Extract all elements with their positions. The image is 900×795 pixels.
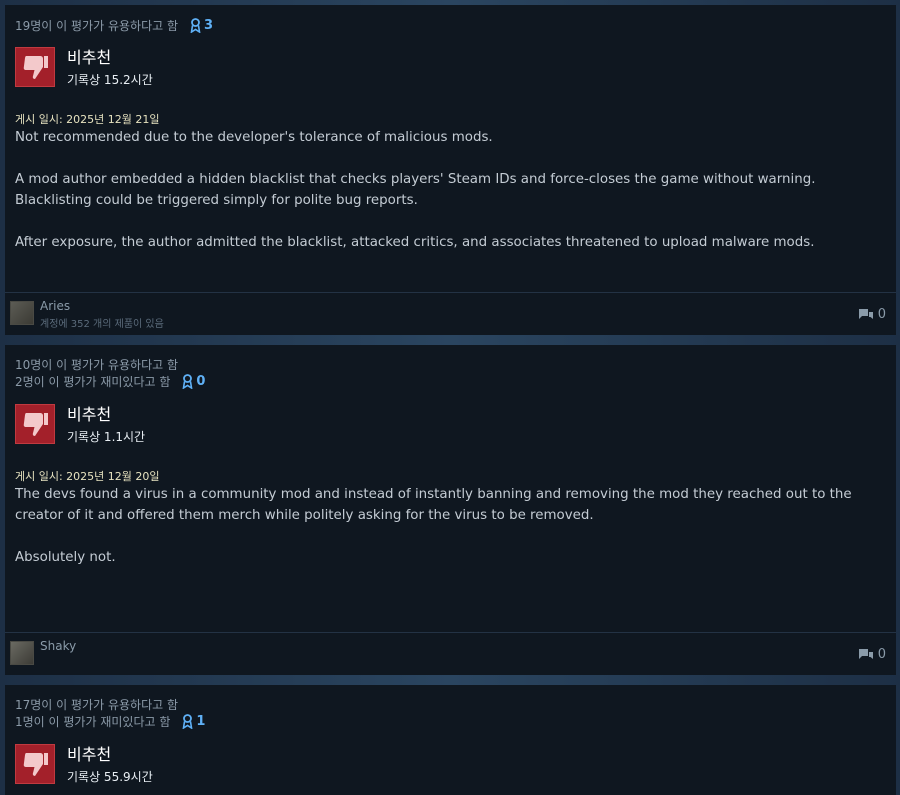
hours-on-record: 기록상 15.2시간 bbox=[67, 73, 153, 87]
author-block[interactable]: Shaky bbox=[10, 639, 76, 665]
footer-divider bbox=[5, 632, 896, 633]
author-name[interactable]: Aries bbox=[40, 299, 164, 313]
funny-line: 2명이 이 평가가 재미있다고 함 0 bbox=[15, 373, 205, 390]
award-ribbon-icon bbox=[190, 18, 201, 33]
review-body: The devs found a virus in a community mo… bbox=[15, 484, 887, 589]
avatar[interactable] bbox=[10, 301, 34, 325]
review-card: 17명이 이 평가가 유용하다고 함 1명이 이 평가가 재미있다고 함 1 비… bbox=[5, 685, 896, 795]
award-badge[interactable]: 0 bbox=[182, 374, 205, 389]
hours-on-record: 기록상 55.9시간 bbox=[67, 770, 153, 784]
review-card: 19명이 이 평가가 유용하다고 함 3 비추천 기록상 15.2시간 게시 일… bbox=[5, 5, 896, 335]
author-product-count: 계정에 352 개의 제품이 있음 bbox=[40, 319, 164, 330]
award-count: 0 bbox=[196, 374, 206, 389]
helpful-line: 17명이 이 평가가 유용하다고 함 bbox=[15, 696, 178, 713]
author-block[interactable]: Aries 계정에 352 개의 제품이 있음 bbox=[10, 299, 164, 330]
comments-button[interactable]: 0 bbox=[858, 647, 886, 662]
avatar[interactable] bbox=[10, 641, 34, 665]
award-ribbon-icon bbox=[182, 374, 193, 389]
thumb-box bbox=[15, 47, 55, 87]
review-paragraph: A mod author embedded a hidden blacklist… bbox=[15, 172, 816, 208]
verdict-title: 비추천 bbox=[67, 745, 112, 764]
award-badge[interactable]: 3 bbox=[190, 18, 213, 33]
award-badge[interactable]: 1 bbox=[182, 714, 205, 729]
comment-count: 0 bbox=[877, 647, 886, 662]
helpful-count-text: 17명이 이 평가가 유용하다고 함 bbox=[15, 698, 179, 712]
verdict-block[interactable]: 비추천 기록상 55.9시간 bbox=[15, 744, 153, 785]
funny-count-text: 2명이 이 평가가 재미있다고 함 bbox=[15, 375, 171, 389]
helpful-count-text: 10명이 이 평가가 유용하다고 함 bbox=[15, 358, 179, 372]
funny-line: 1명이 이 평가가 재미있다고 함 1 bbox=[15, 713, 205, 730]
verdict-block[interactable]: 비추천 기록상 1.1시간 bbox=[15, 404, 145, 445]
thumb-box bbox=[15, 404, 55, 444]
award-ribbon-icon bbox=[182, 714, 193, 729]
thumb-box bbox=[15, 744, 55, 784]
author-name[interactable]: Shaky bbox=[40, 639, 76, 653]
award-count: 3 bbox=[204, 18, 214, 33]
comments-button[interactable]: 0 bbox=[858, 307, 886, 322]
verdict-block[interactable]: 비추천 기록상 15.2시간 bbox=[15, 47, 153, 88]
posted-date: 게시 일시: 2025년 12월 20일 bbox=[15, 470, 160, 483]
thumbs-down-icon bbox=[23, 56, 48, 79]
comment-count: 0 bbox=[877, 307, 886, 322]
review-paragraph: The devs found a virus in a community mo… bbox=[15, 487, 852, 523]
thumbs-down-icon bbox=[23, 753, 48, 776]
review-paragraph: Not recommended due to the developer's t… bbox=[15, 130, 493, 145]
footer-divider bbox=[5, 292, 896, 293]
review-paragraph: After exposure, the author admitted the … bbox=[15, 235, 815, 250]
review-card: 10명이 이 평가가 유용하다고 함 2명이 이 평가가 재미있다고 함 0 비… bbox=[5, 345, 896, 675]
hours-on-record: 기록상 1.1시간 bbox=[67, 430, 146, 444]
helpful-count-text: 19명이 이 평가가 유용하다고 함 bbox=[15, 19, 179, 33]
helpful-line: 10명이 이 평가가 유용하다고 함 bbox=[15, 356, 178, 373]
posted-date: 게시 일시: 2025년 12월 21일 bbox=[15, 113, 160, 126]
review-paragraph: Absolutely not. bbox=[15, 550, 116, 565]
verdict-title: 비추천 bbox=[67, 405, 112, 424]
funny-count-text: 1명이 이 평가가 재미있다고 함 bbox=[15, 715, 171, 729]
comment-bubble-icon bbox=[858, 308, 873, 319]
comment-bubble-icon bbox=[858, 648, 873, 659]
verdict-title: 비추천 bbox=[67, 48, 112, 67]
review-body: Not recommended due to the developer's t… bbox=[15, 127, 887, 274]
thumbs-down-icon bbox=[23, 413, 48, 436]
helpful-line: 19명이 이 평가가 유용하다고 함 3 bbox=[15, 17, 213, 34]
award-count: 1 bbox=[196, 714, 206, 729]
